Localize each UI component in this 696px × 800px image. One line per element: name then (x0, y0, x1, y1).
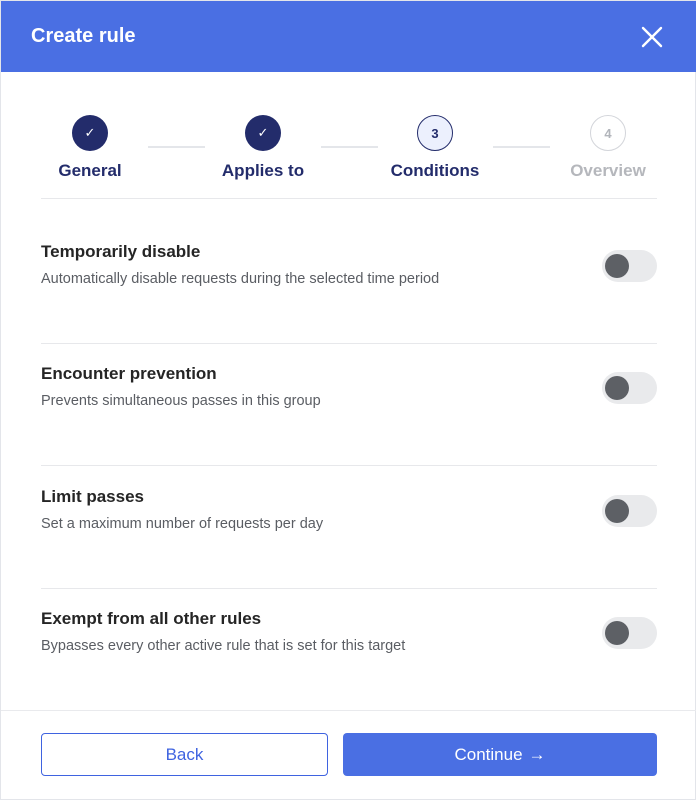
arrow-right-icon: → (528, 744, 546, 764)
toggle-knob (605, 621, 629, 645)
step-marker: 3 (417, 115, 453, 151)
option-title: Temporarily disable (41, 242, 201, 261)
temporarily-disable-toggle[interactable] (602, 250, 657, 282)
create-rule-dialog: Create rule ✓ General ✓ Applies to 3 Con… (0, 0, 696, 800)
exempt-toggle[interactable] (602, 617, 657, 649)
step-marker: ✓ (72, 115, 108, 151)
step-conditions[interactable]: 3 Conditions (365, 115, 505, 181)
back-button-label: Back (165, 744, 204, 764)
toggle-knob (605, 376, 629, 400)
option-title: Limit passes (41, 487, 144, 506)
step-label: General (58, 161, 122, 180)
option-description: Automatically disable requests during th… (41, 271, 440, 287)
toggle-knob (605, 254, 629, 278)
option-encounter-prevention: Encounter prevention Prevents simultaneo… (41, 364, 657, 424)
step-label: Overview (570, 161, 646, 180)
dialog-header: Create rule (1, 1, 696, 72)
step-marker: ✓ (245, 115, 281, 151)
close-button[interactable] (637, 22, 667, 52)
option-title: Exempt from all other rules (41, 609, 262, 628)
footer-divider (1, 710, 696, 711)
option-limit-passes: Limit passes Set a maximum number of req… (41, 487, 657, 547)
option-description: Set a maximum number of requests per day (41, 516, 324, 532)
divider (41, 465, 657, 466)
back-button[interactable]: Back (41, 733, 328, 776)
step-marker: 4 (590, 115, 626, 151)
stepper: ✓ General ✓ Applies to 3 Conditions 4 Ov… (41, 115, 657, 185)
step-label: Conditions (390, 161, 480, 180)
step-overview: 4 Overview (538, 115, 678, 181)
option-exempt-from-all-other-rules: Exempt from all other rules Bypasses eve… (41, 609, 657, 669)
continue-button[interactable]: Continue → (343, 733, 657, 776)
continue-button-label: Continue (454, 744, 523, 764)
divider (41, 588, 657, 589)
divider (41, 343, 657, 344)
option-temporarily-disable: Temporarily disable Automatically disabl… (41, 242, 657, 302)
step-applies-to[interactable]: ✓ Applies to (193, 115, 333, 181)
step-label: Applies to (221, 161, 305, 180)
limit-passes-toggle[interactable] (602, 495, 657, 527)
option-description: Bypasses every other active rule that is… (41, 638, 406, 654)
encounter-prevention-toggle[interactable] (602, 372, 657, 404)
option-title: Encounter prevention (41, 364, 217, 383)
step-general[interactable]: ✓ General (20, 115, 160, 181)
dialog-title: Create rule (31, 25, 136, 47)
toggle-knob (605, 499, 629, 523)
close-icon (641, 26, 663, 48)
option-description: Prevents simultaneous passes in this gro… (41, 393, 321, 409)
divider (41, 198, 657, 199)
